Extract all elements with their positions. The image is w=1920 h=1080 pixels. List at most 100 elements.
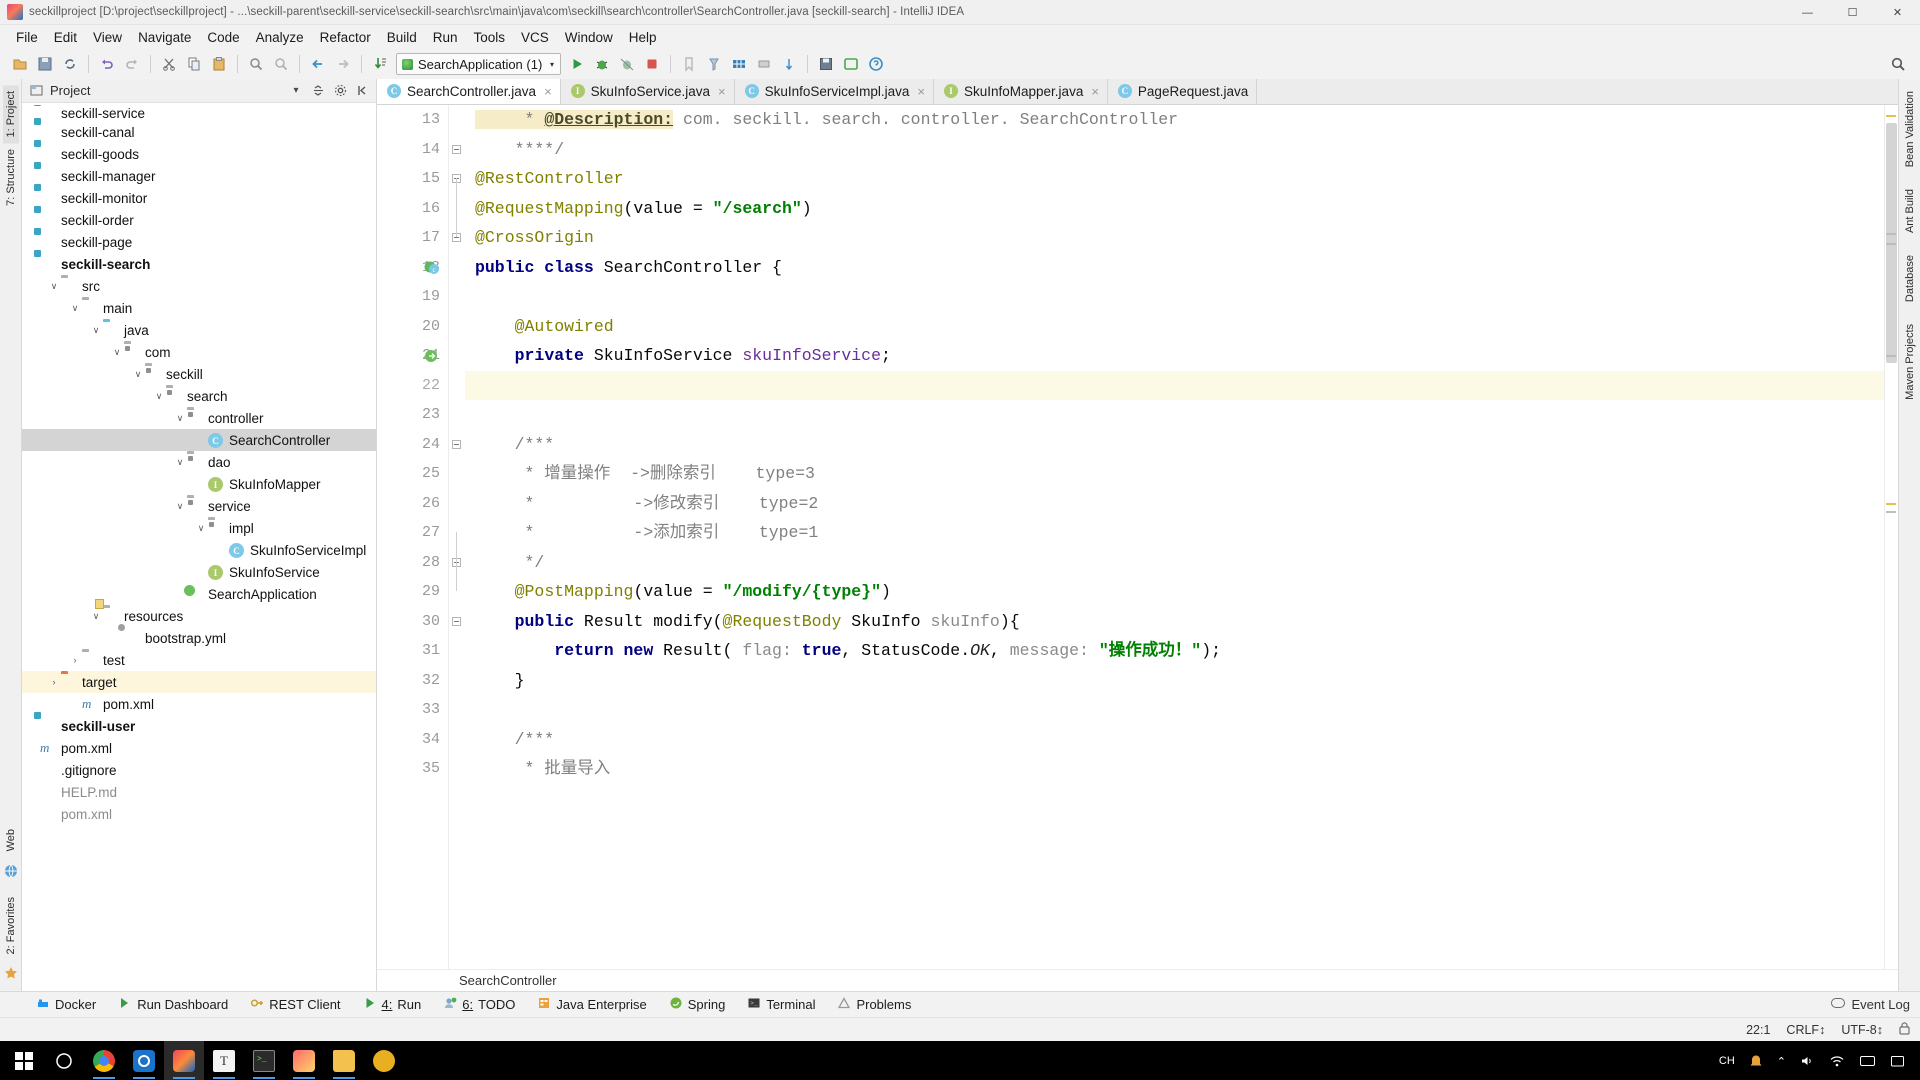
lock-icon[interactable]	[1899, 1021, 1910, 1038]
menu-item-window[interactable]: Window	[557, 28, 621, 47]
hide-panel-icon[interactable]	[354, 83, 370, 99]
menu-item-vcs[interactable]: VCS	[513, 28, 557, 47]
editor-tab-pagerequest-java[interactable]: C PageRequest.java	[1107, 78, 1258, 104]
code-line[interactable]	[475, 695, 1884, 725]
editor-gutter[interactable]: 131415161718c192021222324252627282930313…	[377, 105, 449, 969]
project-tree[interactable]: seckill-service seckill-canal seckill-good…	[22, 103, 376, 991]
replace-icon[interactable]	[269, 52, 293, 76]
tree-node-seckill-goods[interactable]: seckill-goods	[22, 143, 376, 165]
chevron-down-icon[interactable]: ∨	[173, 413, 187, 424]
tree-node-target[interactable]: › target	[22, 671, 376, 693]
tool-tab-ant-build[interactable]: Ant Build	[1902, 183, 1918, 239]
file-explorer-icon[interactable]	[324, 1041, 364, 1080]
error-stripe-mark[interactable]	[1886, 243, 1896, 245]
tree-node-skuinfoserviceimpl[interactable]: C SkuInfoServiceImpl	[22, 539, 376, 561]
tool-window-todo[interactable]: 6: TODO	[433, 994, 525, 1015]
event-log-group[interactable]: Event Log	[1831, 997, 1920, 1012]
caret-position[interactable]: 22:1	[1746, 1023, 1770, 1037]
tree-node-bootstrap-yml[interactable]: bootstrap.yml	[22, 627, 376, 649]
run-with-coverage-button[interactable]	[615, 52, 639, 76]
profiler-icon[interactable]	[702, 52, 726, 76]
editor-code[interactable]: * @Description: com. seckill. search. co…	[465, 105, 1884, 969]
error-stripe-mark[interactable]	[1886, 355, 1896, 357]
tree-node-seckill-order[interactable]: seckill-order	[22, 209, 376, 231]
app-blue-icon[interactable]	[124, 1041, 164, 1080]
save-icon[interactable]	[814, 52, 838, 76]
tree-node-com[interactable]: ∨ com	[22, 341, 376, 363]
code-line[interactable]	[475, 282, 1884, 312]
menu-item-refactor[interactable]: Refactor	[312, 28, 379, 47]
file-encoding[interactable]: UTF-8↕	[1841, 1023, 1883, 1037]
tree-node-seckill-service[interactable]: seckill-service	[22, 105, 376, 121]
line-separator[interactable]: CRLF↕	[1786, 1023, 1825, 1037]
settings-gear-icon[interactable]	[332, 83, 348, 99]
code-line[interactable]: @CrossOrigin	[475, 223, 1884, 253]
tool-window-rest-client[interactable]: REST Client	[240, 994, 350, 1015]
chevron-down-icon[interactable]: ∨	[173, 457, 187, 468]
menu-item-edit[interactable]: Edit	[46, 28, 85, 47]
tool-window-java-enterprise[interactable]: Java Enterprise	[527, 994, 656, 1015]
settings-sync-icon[interactable]	[752, 52, 776, 76]
tree-node-seckill-canal[interactable]: seckill-canal	[22, 121, 376, 143]
undo-icon[interactable]	[95, 52, 119, 76]
keyboard-icon[interactable]	[1858, 1053, 1876, 1069]
editor-tab-skuinfoservice-java[interactable]: I SkuInfoService.java ×	[560, 78, 735, 104]
chrome-icon[interactable]	[84, 1041, 124, 1080]
code-line[interactable]: public Result modify(@RequestBody SkuInf…	[475, 607, 1884, 637]
tree-node-searchcontroller[interactable]: C SearchController	[22, 429, 376, 451]
menu-item-code[interactable]: Code	[199, 28, 247, 47]
menu-item-run[interactable]: Run	[425, 28, 466, 47]
chevron-down-icon[interactable]: ∨	[89, 611, 103, 622]
chevron-right-icon[interactable]: ›	[68, 655, 82, 665]
editor-fold-column[interactable]	[449, 105, 465, 969]
copy-icon[interactable]	[182, 52, 206, 76]
code-line[interactable]: * @Description: com. seckill. search. co…	[475, 105, 1884, 135]
tool-window-run-dashboard[interactable]: Run Dashboard	[108, 994, 238, 1015]
breadcrumb[interactable]: SearchController	[377, 969, 1898, 991]
tree-node-service[interactable]: ∨ service	[22, 495, 376, 517]
tree-node-search[interactable]: ∨ search	[22, 385, 376, 407]
chevron-down-icon[interactable]: ∨	[173, 501, 187, 512]
tree-node-impl[interactable]: ∨ impl	[22, 517, 376, 539]
tree-node-skuinfoservice[interactable]: I SkuInfoService	[22, 561, 376, 583]
chevron-up-icon[interactable]: ⌃	[1777, 1055, 1786, 1068]
stop-button[interactable]	[640, 52, 664, 76]
tree-node--gitignore[interactable]: .gitignore	[22, 759, 376, 781]
debug-button[interactable]	[590, 52, 614, 76]
spring-bean-gutter-icon[interactable]: c	[423, 259, 441, 277]
tree-node-seckill[interactable]: ∨ seckill	[22, 363, 376, 385]
find-icon[interactable]	[244, 52, 268, 76]
search-everywhere-icon[interactable]	[1886, 52, 1910, 76]
back-icon[interactable]	[306, 52, 330, 76]
web-tool-icon[interactable]	[4, 864, 18, 881]
close-icon[interactable]: ×	[718, 84, 726, 99]
editor-tab-searchcontroller-java[interactable]: C SearchController.java ×	[377, 78, 561, 104]
favorites-star-icon[interactable]	[4, 966, 18, 983]
run-button[interactable]	[565, 52, 589, 76]
tool-window-run[interactable]: 4: Run	[353, 994, 432, 1015]
terminal-app-icon[interactable]: >_	[244, 1041, 284, 1080]
vertical-arrow-icon[interactable]	[777, 52, 801, 76]
tree-node-pom-xml[interactable]: m pom.xml	[22, 693, 376, 715]
chevron-down-icon[interactable]: ▾	[288, 83, 304, 99]
tool-tab-project[interactable]: 1: Project	[2, 85, 19, 144]
network-icon[interactable]	[1828, 1053, 1846, 1069]
code-line[interactable]: /***	[475, 725, 1884, 755]
menu-item-tools[interactable]: Tools	[466, 28, 514, 47]
maximize-button[interactable]: ☐	[1830, 0, 1875, 25]
code-line[interactable]: */	[475, 548, 1884, 578]
tree-node-seckill-page[interactable]: seckill-page	[22, 231, 376, 253]
error-stripe-mark[interactable]	[1886, 511, 1896, 513]
menu-item-help[interactable]: Help	[621, 28, 665, 47]
chevron-down-icon[interactable]: ∨	[131, 369, 145, 380]
search-circle-icon[interactable]	[44, 1041, 84, 1080]
save-all-icon[interactable]	[33, 52, 57, 76]
code-line[interactable]: private SkuInfoService skuInfoService;	[475, 341, 1884, 371]
action-center-icon[interactable]	[1888, 1053, 1906, 1069]
menu-item-file[interactable]: File	[8, 28, 46, 47]
run-configuration-selector[interactable]: SearchApplication (1) ▾	[396, 53, 561, 75]
event-log-label[interactable]: Event Log	[1851, 997, 1910, 1012]
sync-icon[interactable]	[58, 52, 82, 76]
tool-tab-maven-projects[interactable]: Maven Projects	[1902, 318, 1918, 406]
cut-icon[interactable]	[157, 52, 181, 76]
